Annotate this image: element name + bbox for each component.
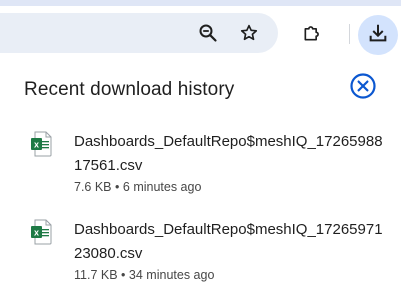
svg-text:x: x xyxy=(34,140,39,150)
excel-file-icon: x xyxy=(30,131,52,157)
close-button[interactable] xyxy=(349,72,377,105)
svg-text:x: x xyxy=(34,228,39,238)
panel-title: Recent download history xyxy=(24,79,235,100)
download-file-name: Dashboards_DefaultRepo$meshIQ_1726598817… xyxy=(74,133,383,174)
excel-file-icon: x xyxy=(30,219,52,245)
download-file-name: Dashboards_DefaultRepo$meshIQ_1726597123… xyxy=(74,221,383,262)
download-bubble-panel: Recent download history x Dashboards_Def… xyxy=(0,60,401,300)
zoom-button[interactable] xyxy=(192,17,224,49)
meta-separator: • xyxy=(121,268,126,282)
bookmark-button[interactable] xyxy=(233,17,265,49)
download-file-size: 7.6 KB xyxy=(74,180,112,194)
zoom-out-icon xyxy=(198,23,218,43)
download-arrow-icon xyxy=(367,22,389,49)
close-circle-icon xyxy=(349,72,377,105)
download-time: 34 minutes ago xyxy=(128,268,215,282)
puzzle-piece-icon xyxy=(302,23,322,43)
star-outline-icon xyxy=(239,23,259,43)
download-file-size: 11.7 KB xyxy=(74,268,118,282)
download-time: 6 minutes ago xyxy=(122,180,202,194)
toolbar-divider xyxy=(349,24,350,44)
extensions-button[interactable] xyxy=(296,17,328,49)
meta-separator: • xyxy=(115,180,120,194)
browser-toolbar xyxy=(0,6,401,60)
download-item[interactable]: x Dashboards_DefaultRepo$meshIQ_17265971… xyxy=(0,210,401,288)
downloads-button[interactable] xyxy=(358,15,398,55)
download-file-meta: 11.7 KB • 34 minutes ago xyxy=(74,268,214,282)
download-file-meta: 7.6 KB • 6 minutes ago xyxy=(74,180,201,194)
download-item[interactable]: x Dashboards_DefaultRepo$meshIQ_17265988… xyxy=(0,122,401,200)
